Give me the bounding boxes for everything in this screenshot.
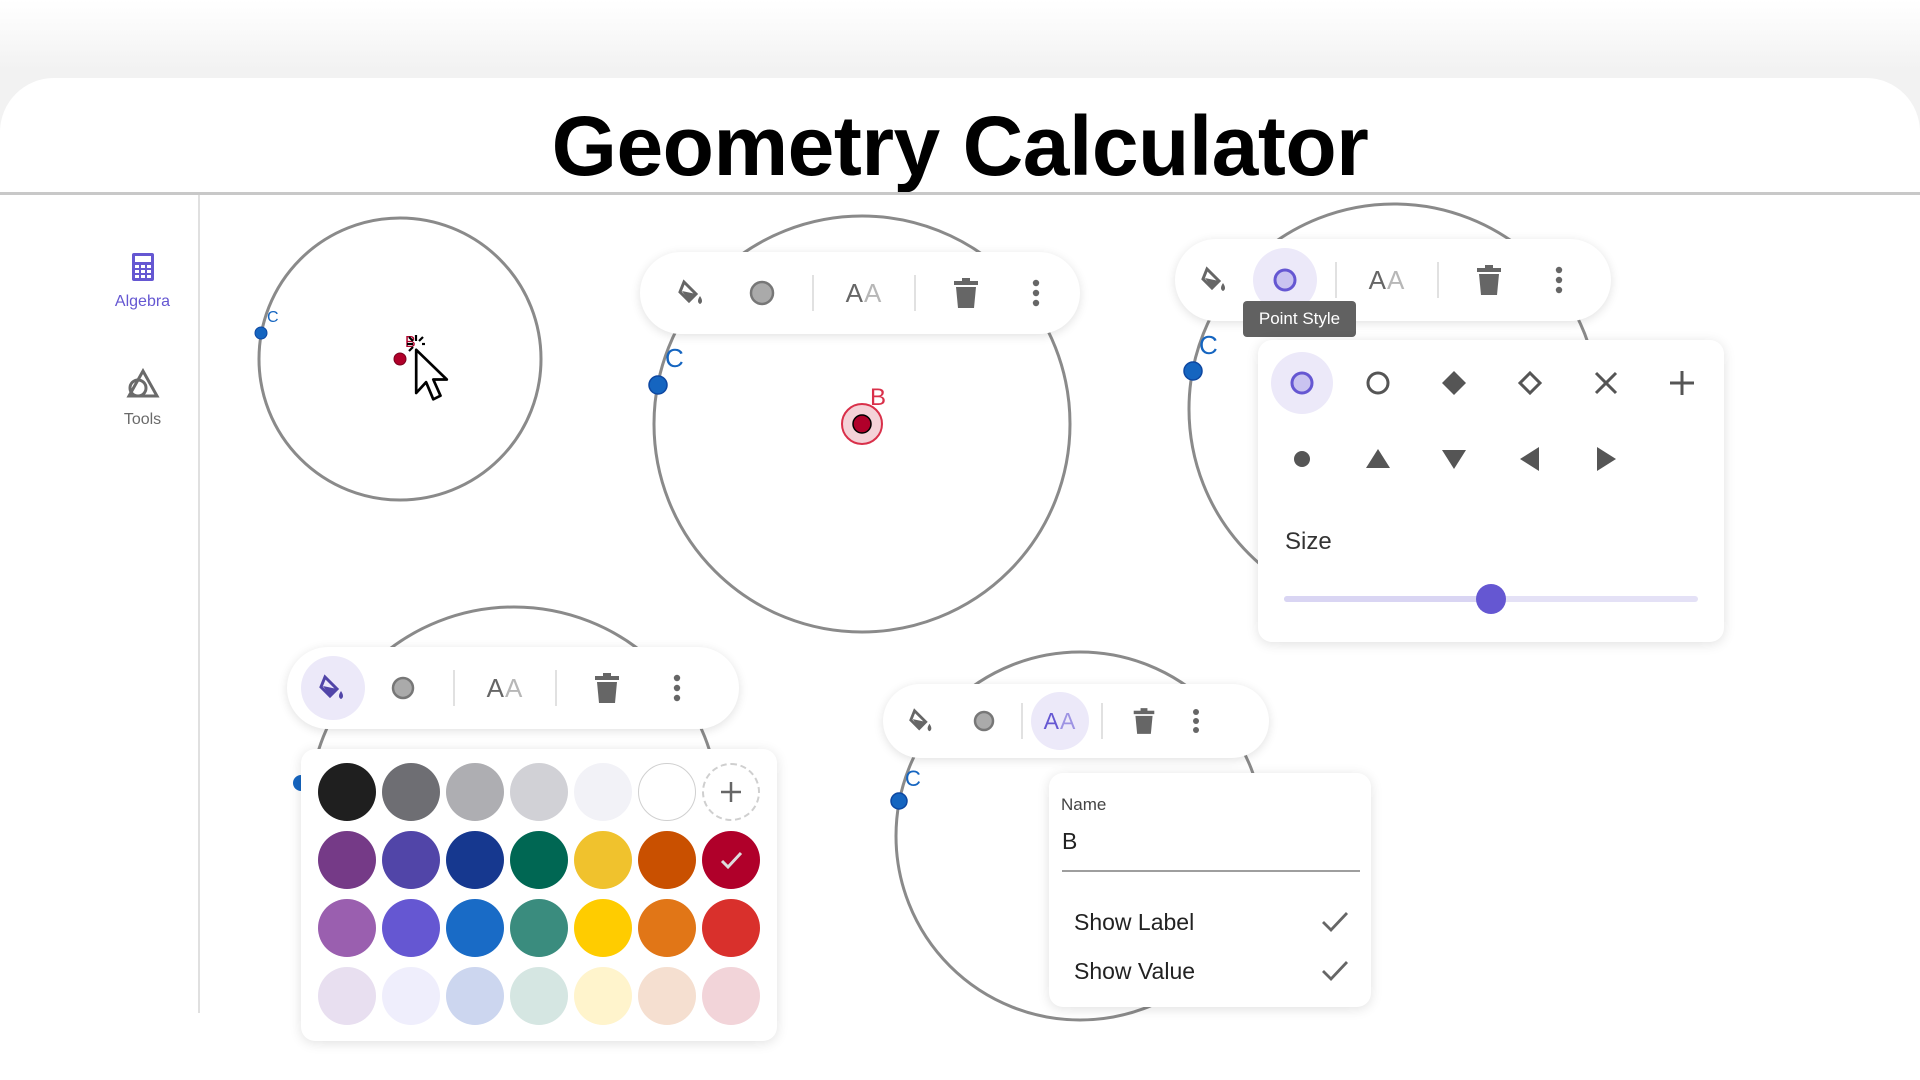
trash-icon[interactable] bbox=[575, 656, 639, 720]
point-style-icon[interactable] bbox=[730, 261, 794, 325]
color-swatch[interactable] bbox=[318, 831, 376, 889]
point-c-1 bbox=[254, 326, 268, 340]
color-swatch[interactable] bbox=[318, 967, 376, 1025]
size-label: Size bbox=[1285, 528, 1332, 555]
style-circle-filled-outline-icon[interactable] bbox=[1271, 352, 1333, 414]
trash-icon[interactable] bbox=[934, 261, 998, 325]
point-c-label-5: C bbox=[905, 766, 921, 791]
color-palette-panel bbox=[301, 749, 777, 1041]
object-toolbar-3: AA bbox=[1175, 239, 1611, 321]
add-color-button[interactable] bbox=[702, 763, 760, 821]
color-swatch[interactable] bbox=[510, 967, 568, 1025]
color-swatch[interactable] bbox=[574, 831, 632, 889]
color-swatch[interactable] bbox=[702, 831, 760, 889]
object-toolbar-2: AA bbox=[640, 252, 1080, 334]
more-vert-icon[interactable] bbox=[1004, 261, 1068, 325]
point-b-2 bbox=[852, 414, 872, 434]
paint-bucket-icon[interactable] bbox=[1183, 248, 1247, 312]
color-swatch[interactable] bbox=[574, 967, 632, 1025]
color-swatch[interactable] bbox=[702, 967, 760, 1025]
style-plus-icon[interactable] bbox=[1651, 352, 1713, 414]
trash-icon[interactable] bbox=[1115, 692, 1173, 750]
color-swatch[interactable] bbox=[638, 967, 696, 1025]
point-c-2 bbox=[648, 375, 668, 395]
selected-check-icon bbox=[720, 851, 743, 870]
name-field[interactable]: B bbox=[1062, 828, 1077, 855]
point-c-label-3: C bbox=[1199, 330, 1218, 360]
plus-icon bbox=[721, 782, 741, 802]
color-swatch[interactable] bbox=[574, 899, 632, 957]
more-vert-icon[interactable] bbox=[1527, 248, 1591, 312]
color-swatch[interactable] bbox=[638, 831, 696, 889]
color-swatch[interactable] bbox=[510, 763, 568, 821]
style-circle-outline-icon[interactable] bbox=[1347, 352, 1409, 414]
toolbar-divider bbox=[1021, 703, 1023, 739]
color-swatch[interactable] bbox=[446, 967, 504, 1025]
show-label-check-icon bbox=[1322, 912, 1349, 933]
color-swatch[interactable] bbox=[382, 763, 440, 821]
color-swatch[interactable] bbox=[510, 831, 568, 889]
point-style-icon[interactable] bbox=[955, 692, 1013, 750]
show-label-item[interactable]: Show Label bbox=[1074, 909, 1194, 936]
toolbar-divider bbox=[1437, 262, 1439, 298]
color-swatch[interactable] bbox=[574, 763, 632, 821]
show-value-check-icon bbox=[1322, 961, 1349, 982]
color-swatch[interactable] bbox=[382, 831, 440, 889]
style-diamond-filled-icon[interactable] bbox=[1423, 352, 1485, 414]
toolbar-divider bbox=[914, 275, 916, 311]
mouse-cursor bbox=[407, 335, 449, 401]
name-field-label: Name bbox=[1061, 795, 1107, 814]
object-toolbar-4: AA bbox=[287, 647, 739, 729]
point-style-icon[interactable] bbox=[371, 656, 435, 720]
style-triangle-down-icon[interactable] bbox=[1423, 428, 1485, 490]
toolbar-divider bbox=[555, 670, 557, 706]
label-text-icon[interactable]: AA bbox=[1031, 692, 1089, 750]
point-c-5 bbox=[890, 792, 908, 810]
label-text-icon[interactable]: AA bbox=[1355, 248, 1419, 312]
color-swatch[interactable] bbox=[318, 899, 376, 957]
color-swatch[interactable] bbox=[638, 763, 696, 821]
object-toolbar-5: AA bbox=[883, 684, 1269, 758]
style-diamond-outline-icon[interactable] bbox=[1499, 352, 1561, 414]
toolbar-divider bbox=[1335, 262, 1337, 298]
color-swatch[interactable] bbox=[318, 763, 376, 821]
point-c-label-1: C bbox=[267, 309, 279, 326]
size-slider-thumb bbox=[1476, 584, 1506, 614]
toolbar-divider bbox=[453, 670, 455, 706]
point-style-tooltip: Point Style bbox=[1243, 301, 1356, 337]
paint-bucket-icon[interactable] bbox=[893, 692, 951, 750]
name-field-underline bbox=[1062, 870, 1360, 872]
paint-bucket-icon[interactable] bbox=[660, 261, 724, 325]
point-c-3 bbox=[1183, 361, 1203, 381]
color-swatch[interactable] bbox=[382, 899, 440, 957]
toolbar-divider bbox=[1101, 703, 1103, 739]
color-swatch[interactable] bbox=[702, 899, 760, 957]
color-swatch[interactable] bbox=[446, 831, 504, 889]
show-value-item[interactable]: Show Value bbox=[1074, 958, 1195, 985]
point-b-1 bbox=[393, 352, 407, 366]
style-triangle-up-icon[interactable] bbox=[1347, 428, 1409, 490]
color-swatch[interactable] bbox=[446, 763, 504, 821]
label-text-icon[interactable]: AA bbox=[832, 261, 896, 325]
toolbar-divider bbox=[812, 275, 814, 311]
label-text-icon[interactable]: AA bbox=[473, 656, 537, 720]
trash-icon[interactable] bbox=[1457, 248, 1521, 312]
paint-bucket-icon[interactable] bbox=[301, 656, 365, 720]
style-dot-icon[interactable] bbox=[1271, 428, 1333, 490]
size-slider[interactable] bbox=[1280, 582, 1700, 616]
point-b-label-2: B bbox=[870, 384, 886, 411]
point-c-label-2: C bbox=[665, 343, 684, 373]
size-slider-fill bbox=[1284, 596, 1491, 602]
color-swatch[interactable] bbox=[510, 899, 568, 957]
style-cross-icon[interactable] bbox=[1575, 352, 1637, 414]
color-swatch[interactable] bbox=[382, 967, 440, 1025]
color-swatch[interactable] bbox=[446, 899, 504, 957]
more-vert-icon[interactable] bbox=[645, 656, 709, 720]
more-vert-icon[interactable] bbox=[1173, 692, 1219, 750]
style-triangle-left-icon[interactable] bbox=[1499, 428, 1561, 490]
color-swatch[interactable] bbox=[638, 899, 696, 957]
style-triangle-right-icon[interactable] bbox=[1575, 428, 1637, 490]
